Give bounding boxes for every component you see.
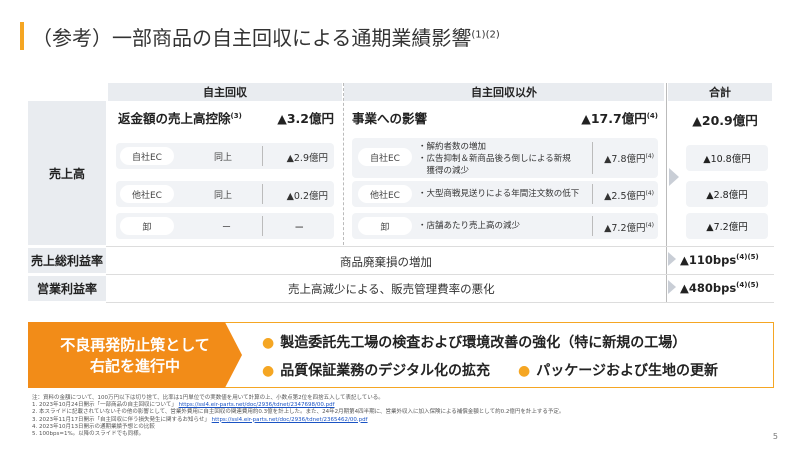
other-value: ▲17.7億円(4) [581, 111, 658, 126]
prevention-measure: ● 製造委託先工場の検査および環境改善の強化（特に新規の工場） [262, 335, 687, 351]
divider [592, 184, 593, 204]
recall-item-value: ▲0.2億円 [286, 191, 328, 202]
divider [262, 184, 263, 204]
row-label-gross-margin: 売上総利益率 [28, 248, 106, 273]
row-divider [106, 274, 774, 275]
other-item-value: ▲7.8億円(4) [604, 152, 654, 165]
operating-margin-text: 売上高減少による、販売管理費率の悪化 [288, 282, 495, 296]
total-value: ▲20.9億円 [692, 113, 758, 128]
gross-margin-value: ▲110bps(4)(5) [680, 253, 759, 267]
divider [262, 146, 263, 166]
recall-item-text: ー [222, 223, 232, 233]
other-item-value: ▲7.2億円(4) [604, 221, 654, 234]
other-item-value: ▲2.5億円(4) [604, 189, 654, 202]
prevention-measure: ● 品質保証業務のデジタル化の拡充 [262, 363, 490, 379]
recall-item-text: 同上 [214, 153, 233, 163]
recall-item-text: 同上 [214, 191, 233, 201]
header-recall: 自主回収 [108, 83, 342, 101]
other-title: 事業への影響 [352, 111, 428, 126]
footnotes: 注：資料の金額について、100万円以下は切り捨て、比率は1円単位での実数値を用い… [32, 395, 565, 438]
header-other: 自主回収以外 [344, 83, 664, 101]
title-accent-bar [20, 22, 24, 50]
page-title: （参考）一部商品の自主回収による通期業績影響(1)(2) [32, 26, 500, 50]
prevention-label: 不良再発防止策として 右記を進行中 [28, 322, 242, 388]
recall-item-value: ー [294, 223, 304, 234]
recall-value: ▲3.2億円 [277, 111, 334, 126]
total-item: ▲10.8億円 [686, 145, 768, 171]
arrow-right-icon [668, 252, 676, 266]
operating-margin-value: ▲480bps(4)(5) [680, 281, 759, 295]
other-item-bullets: ・解約者数の増加 ・広告抑制＆新商品後ろ倒しによる新規 獲得の減少 [418, 142, 571, 176]
prevention-measure: ● パッケージおよび生地の更新 [518, 363, 718, 379]
row-label-sales: 売上高 [28, 101, 106, 245]
total-item: ▲2.8億円 [686, 181, 768, 207]
gross-margin-text: 商品廃棄損の増加 [340, 255, 432, 269]
divider [592, 142, 593, 174]
channel-pill: 他社EC [120, 185, 174, 203]
channel-pill: 他社EC [358, 185, 412, 203]
arrow-right-icon [669, 168, 679, 186]
header-total: 合計 [668, 83, 772, 101]
note-link[interactable]: https://ssl4.eir-parts.net/doc/2936/tdne… [179, 402, 335, 408]
row-label-operating-margin: 営業利益率 [28, 276, 106, 301]
row-divider [106, 302, 774, 303]
page-number: 5 [772, 432, 778, 441]
divider [262, 216, 263, 236]
recall-item-value: ▲2.9億円 [286, 153, 328, 164]
note-link[interactable]: https://ssl4.eir-parts.net/doc/2936/tdne… [212, 417, 368, 423]
divider [592, 216, 593, 236]
recall-title: 返金額の売上高控除(3) [118, 111, 242, 126]
channel-pill: 卸 [120, 217, 174, 235]
divider-total [666, 83, 667, 303]
other-item-bullets: ・大型商戦見送りによる年間注文数の低下 [418, 189, 580, 199]
other-item-bullets: ・店舗あたり売上高の減少 [418, 221, 521, 231]
channel-pill: 卸 [358, 217, 412, 235]
divider-dashed [343, 83, 344, 245]
total-item: ▲7.2億円 [686, 213, 768, 239]
arrow-right-icon [668, 280, 676, 294]
row-divider [106, 246, 774, 247]
channel-pill: 自社EC [358, 148, 412, 166]
channel-pill: 自社EC [120, 147, 174, 165]
